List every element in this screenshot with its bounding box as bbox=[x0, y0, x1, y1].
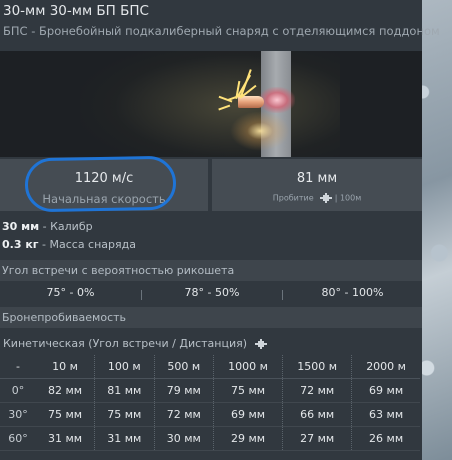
caliber-value: 30 мм bbox=[2, 220, 40, 233]
column-header: 10 м bbox=[36, 355, 95, 379]
table-row: 60° 31 мм 31 мм 30 мм 29 мм 27 мм 26 мм bbox=[0, 426, 420, 451]
table-cell: 63 мм bbox=[351, 402, 420, 427]
mass-label: - Масса снаряда bbox=[42, 238, 136, 251]
penetration-distance: | 100м bbox=[334, 193, 362, 203]
penetration-icon bbox=[254, 339, 267, 349]
table-cell: 66 мм bbox=[282, 402, 352, 427]
caliber-label: - Калибр bbox=[42, 220, 93, 233]
angle-cell: 60° bbox=[0, 426, 36, 451]
column-header: 500 м bbox=[153, 355, 214, 379]
table-cell: 75 мм bbox=[94, 402, 155, 427]
table-cell: 72 мм bbox=[282, 378, 352, 403]
table-cell: 30 мм bbox=[153, 426, 214, 451]
column-header: 1500 м bbox=[282, 355, 352, 379]
table-cell: 31 мм bbox=[36, 426, 95, 451]
armor-section-heading: Бронепробиваемость bbox=[0, 307, 422, 328]
column-header: 2000 м bbox=[351, 355, 420, 379]
column-header: 1000 м bbox=[212, 355, 283, 379]
ricochet-value: 80° - 100% bbox=[321, 286, 384, 299]
table-cell: 69 мм bbox=[351, 378, 420, 403]
penetration-table: - 10 м 100 м 500 м 1000 м 1500 м 2000 м … bbox=[0, 355, 420, 451]
kinetic-label-text: Кинетическая (Угол встречи / Дистанция) bbox=[3, 337, 248, 350]
penetration-value: 81 мм bbox=[296, 171, 338, 186]
angle-cell: 30° bbox=[0, 402, 36, 427]
projectile bbox=[238, 96, 264, 108]
column-header: - bbox=[0, 355, 36, 379]
kinetic-penetration-label: Кинетическая (Угол встречи / Дистанция) bbox=[3, 337, 267, 350]
table-cell: 69 мм bbox=[212, 402, 283, 427]
table-cell: 26 мм bbox=[351, 426, 420, 451]
table-cell: 72 мм bbox=[153, 402, 214, 427]
table-cell: 75 мм bbox=[212, 378, 283, 403]
table-cell: 81 мм bbox=[94, 378, 155, 403]
column-header: 100 м bbox=[94, 355, 155, 379]
penetration-stat: 81 мм Пробитие | 100м bbox=[212, 159, 422, 211]
table-header-row: - 10 м 100 м 500 м 1000 м 1500 м 2000 м bbox=[0, 355, 420, 379]
table-cell: 79 мм bbox=[153, 378, 214, 403]
table-cell: 29 мм bbox=[212, 426, 283, 451]
mass-property: 0.3 кг - Масса снаряда bbox=[2, 238, 136, 251]
table-cell: 82 мм bbox=[36, 378, 95, 403]
penetration-icon bbox=[320, 193, 333, 203]
ricochet-value: 75° - 0% bbox=[46, 286, 95, 299]
table-row: 30° 75 мм 75 мм 72 мм 69 мм 66 мм 63 мм bbox=[0, 402, 420, 427]
shell-subtitle: БПС - Бронебойный подкалиберный снаряд с… bbox=[3, 24, 440, 38]
ricochet-value: 78° - 50% bbox=[184, 286, 240, 299]
penetration-label-row: Пробитие | 100м bbox=[212, 193, 422, 203]
table-row: 0° 82 мм 81 мм 79 мм 75 мм 72 мм 69 мм bbox=[0, 378, 420, 403]
shell-info-panel: 30-мм 30-мм БП БПС БПС - Бронебойный под… bbox=[0, 0, 440, 460]
highlight-circle-annotation bbox=[24, 155, 177, 213]
shell-title: 30-мм 30-мм БП БПС bbox=[3, 3, 149, 19]
table-cell: 27 мм bbox=[282, 426, 352, 451]
table-cell: 75 мм bbox=[36, 402, 95, 427]
caliber-property: 30 мм - Калибр bbox=[2, 220, 93, 233]
penetration-label: Пробитие bbox=[272, 193, 314, 203]
shell-impact-illustration bbox=[0, 51, 422, 157]
mass-value: 0.3 кг bbox=[2, 238, 39, 251]
ricochet-section-heading: Угол встречи с вероятностью рикошета bbox=[0, 260, 422, 281]
ricochet-values-row: 75° - 0% 78° - 50% 80° - 100% bbox=[0, 283, 422, 303]
table-cell: 31 мм bbox=[94, 426, 155, 451]
angle-cell: 0° bbox=[0, 378, 36, 403]
